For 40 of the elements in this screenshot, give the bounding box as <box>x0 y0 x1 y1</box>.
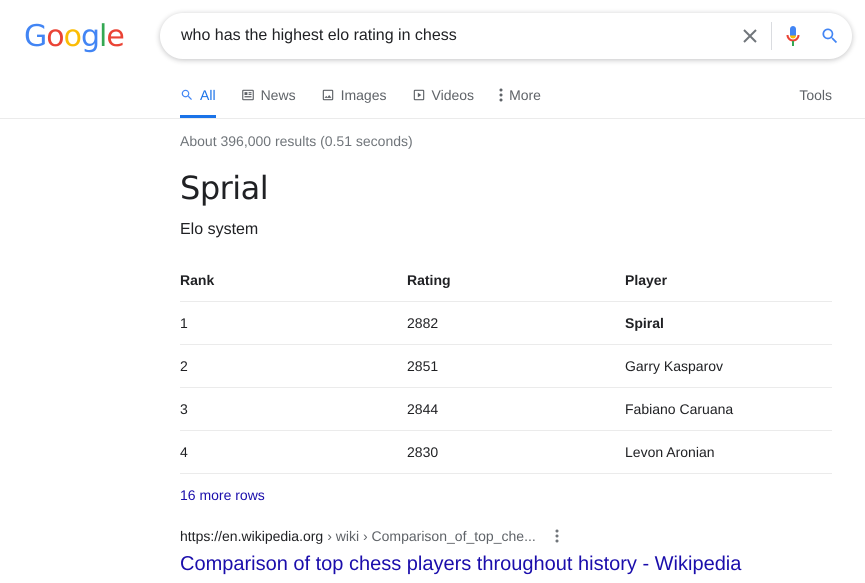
table-cell: 4 <box>180 430 407 474</box>
table-cell: 1 <box>180 302 407 344</box>
column-header: Rating <box>407 258 625 302</box>
more-icon <box>499 88 504 102</box>
result-domain: https://en.wikipedia.org <box>180 527 324 545</box>
tab[interactable]: Videos <box>412 72 474 118</box>
answer-subtitle: Elo system <box>180 220 260 240</box>
table-cell: 3 <box>180 388 407 430</box>
result-breadcrumb: › wiki › Comparison_of_top_che... <box>327 527 536 545</box>
tab[interactable]: News <box>240 72 296 118</box>
search-input[interactable]: who has the highest elo rating in chess <box>181 27 743 45</box>
column-header: Player <box>625 258 832 302</box>
table-cell: Garry Kasparov <box>625 344 832 388</box>
more-options-icon[interactable] <box>554 529 559 543</box>
table-cell: 2844 <box>407 388 625 430</box>
more-rows-link[interactable]: 16 more rows <box>180 487 265 503</box>
tools-button[interactable]: Tools <box>799 72 832 118</box>
table-cell: 2 <box>180 344 407 388</box>
close-icon[interactable] <box>743 29 757 43</box>
table-cell: Fabiano Caruana <box>625 388 832 430</box>
play-icon <box>412 88 426 102</box>
newspaper-icon <box>240 88 255 102</box>
table-cell: 2882 <box>407 302 625 344</box>
column-header: Rank <box>180 258 407 302</box>
result-title-link[interactable]: Comparison of top chess players throughout history - Wikipedia <box>180 551 742 577</box>
tab[interactable]: All <box>180 72 216 118</box>
google-logo[interactable]: Google <box>24 18 160 54</box>
table-cell: 2851 <box>407 344 625 388</box>
tab[interactable]: Images <box>320 72 386 118</box>
answer-title: Sprial <box>180 168 270 208</box>
search-icon <box>180 88 194 102</box>
result-stats: About 396,000 results (0.51 seconds) <box>180 132 414 150</box>
table-cell: 2830 <box>407 430 625 474</box>
table-cell: Spiral <box>625 302 832 344</box>
search-field[interactable]: who has the highest elo rating in chess <box>160 13 852 59</box>
image-icon <box>320 88 335 102</box>
tab[interactable]: More <box>499 72 541 118</box>
table-cell: Levon Aronian <box>625 430 832 474</box>
microphone-icon[interactable] <box>786 25 800 47</box>
search-icon[interactable] <box>820 26 840 46</box>
